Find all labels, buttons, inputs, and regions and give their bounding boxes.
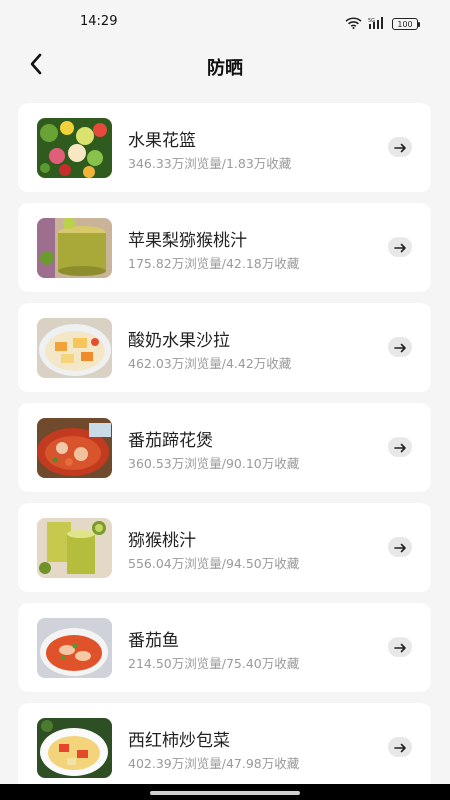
list-item[interactable]: 猕猴桃汁 556.04万浏览量/94.50万收藏	[18, 503, 431, 592]
status-bar: 14:29 5G 100	[0, 0, 450, 44]
recipe-title: 酸奶水果沙拉	[128, 331, 230, 351]
list-item[interactable]: 水果花篮 346.33万浏览量/1.83万收藏	[18, 103, 431, 192]
screen: 14:29 5G 100 防晒 水果花篮 346.33万浏览量/1.83万收藏 …	[0, 0, 450, 800]
recipe-title: 番茄鱼	[128, 631, 179, 651]
recipe-image	[37, 518, 112, 578]
arrow-right-icon	[393, 338, 407, 357]
list-item[interactable]: 番茄鱼 214.50万浏览量/75.40万收藏	[18, 603, 431, 692]
status-time: 14:29	[80, 14, 118, 29]
battery-indicator: 100	[392, 17, 420, 30]
signal-icon: 5G	[368, 14, 386, 33]
recipe-image	[37, 718, 112, 778]
recipe-list: 水果花篮 346.33万浏览量/1.83万收藏 苹果梨猕猴桃汁 175.82万浏…	[18, 103, 431, 800]
navigation-bar	[0, 784, 450, 800]
arrow-right-icon	[393, 638, 407, 657]
arrow-button[interactable]	[388, 137, 412, 157]
recipe-stats: 556.04万浏览量/94.50万收藏	[128, 556, 300, 571]
arrow-right-icon	[393, 738, 407, 757]
recipe-stats: 402.39万浏览量/47.98万收藏	[128, 756, 300, 771]
recipe-image	[37, 218, 112, 278]
header: 防晒	[0, 44, 450, 90]
recipe-title: 苹果梨猕猴桃汁	[128, 231, 247, 251]
recipe-title: 西红柿炒包菜	[128, 731, 230, 751]
list-item[interactable]: 番茄蹄花煲 360.53万浏览量/90.10万收藏	[18, 403, 431, 492]
wifi-icon	[345, 14, 362, 33]
list-item[interactable]: 苹果梨猕猴桃汁 175.82万浏览量/42.18万收藏	[18, 203, 431, 292]
arrow-right-icon	[393, 138, 407, 157]
recipe-stats: 214.50万浏览量/75.40万收藏	[128, 656, 300, 671]
page-title: 防晒	[207, 58, 243, 79]
arrow-button[interactable]	[388, 337, 412, 357]
recipe-image	[37, 118, 112, 178]
arrow-right-icon	[393, 538, 407, 557]
list-item[interactable]: 西红柿炒包菜 402.39万浏览量/47.98万收藏	[18, 703, 431, 792]
recipe-image	[37, 618, 112, 678]
recipe-stats: 175.82万浏览量/42.18万收藏	[128, 256, 300, 271]
home-indicator[interactable]	[150, 791, 300, 795]
recipe-image	[37, 318, 112, 378]
arrow-right-icon	[393, 438, 407, 457]
arrow-button[interactable]	[388, 237, 412, 257]
recipe-image	[37, 418, 112, 478]
list-item[interactable]: 酸奶水果沙拉 462.03万浏览量/4.42万收藏	[18, 303, 431, 392]
recipe-title: 猕猴桃汁	[128, 531, 196, 551]
arrow-button[interactable]	[388, 437, 412, 457]
arrow-right-icon	[393, 238, 407, 257]
recipe-stats: 346.33万浏览量/1.83万收藏	[128, 156, 292, 171]
recipe-title: 番茄蹄花煲	[128, 431, 213, 451]
arrow-button[interactable]	[388, 737, 412, 757]
status-icons: 5G 100	[345, 14, 420, 33]
arrow-button[interactable]	[388, 537, 412, 557]
recipe-stats: 360.53万浏览量/90.10万收藏	[128, 456, 300, 471]
recipe-title: 水果花篮	[128, 131, 196, 151]
arrow-button[interactable]	[388, 637, 412, 657]
recipe-stats: 462.03万浏览量/4.42万收藏	[128, 356, 292, 371]
